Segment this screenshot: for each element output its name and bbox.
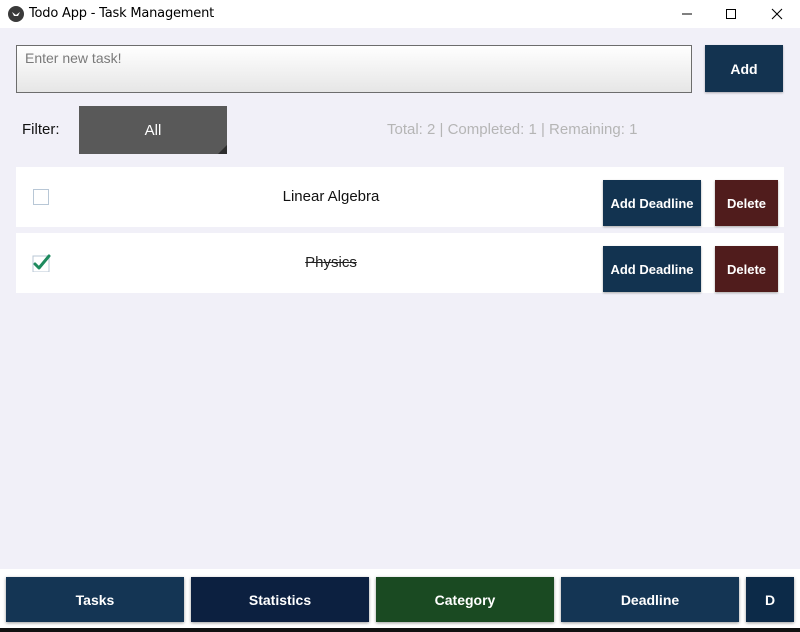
task-checkbox[interactable] [32, 254, 51, 272]
add-deadline-button[interactable]: Add Deadline [603, 246, 701, 292]
maximize-icon [726, 9, 736, 19]
nav-deadline-button[interactable]: Deadline [561, 577, 739, 622]
bottom-nav: Tasks Statistics Category Deadline D [0, 569, 800, 632]
task-title: Physics [305, 254, 357, 271]
title-bar: Todo App - Task Management [0, 0, 800, 28]
delete-task-button[interactable]: Delete [715, 180, 778, 226]
filter-selected-value: All [144, 121, 162, 139]
task-title: Linear Algebra [282, 188, 380, 205]
minimize-button[interactable] [664, 0, 710, 28]
close-button[interactable] [754, 0, 800, 28]
maximize-button[interactable] [708, 0, 754, 28]
filter-label: Filter: [22, 121, 60, 138]
filter-dropdown[interactable]: All [79, 106, 227, 154]
new-task-input[interactable] [16, 45, 692, 93]
minimize-icon [682, 13, 692, 15]
nav-statistics-button[interactable]: Statistics [191, 577, 369, 622]
nav-category-button[interactable]: Category [376, 577, 554, 622]
task-row: Physics Add Deadline Delete [16, 233, 784, 293]
task-stats: Total: 2 | Completed: 1 | Remaining: 1 [387, 121, 638, 138]
close-icon [771, 8, 783, 20]
delete-task-button[interactable]: Delete [715, 246, 778, 292]
nav-tasks-button[interactable]: Tasks [6, 577, 184, 622]
nav-truncated-button[interactable]: D [746, 577, 794, 622]
add-deadline-button[interactable]: Add Deadline [603, 180, 701, 226]
task-checkbox[interactable] [33, 189, 49, 205]
app-icon [8, 6, 24, 22]
add-task-button[interactable]: Add [705, 45, 783, 92]
bottom-border [0, 628, 800, 632]
task-row: Linear Algebra Add Deadline Delete [16, 167, 784, 227]
dropdown-corner-icon [218, 145, 227, 154]
window-title: Todo App - Task Management [29, 6, 215, 21]
checkmark-icon [32, 254, 51, 272]
